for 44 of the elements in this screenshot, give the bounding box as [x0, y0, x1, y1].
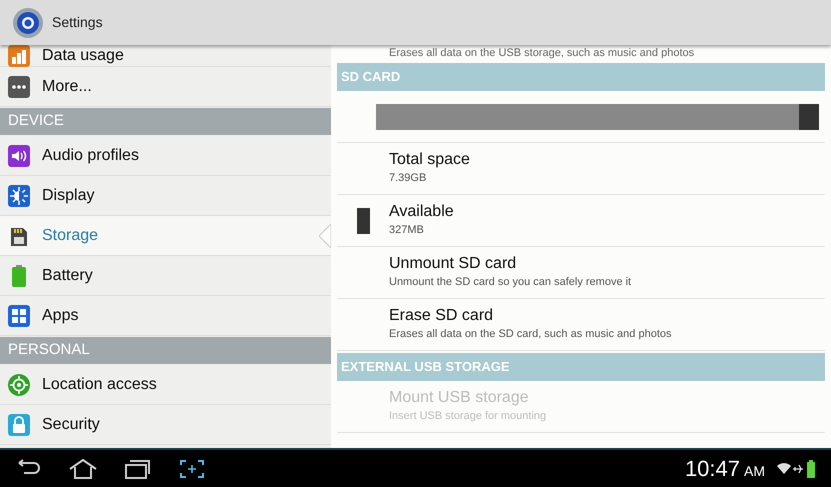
wifi-icon — [777, 462, 791, 474]
bar-chart-icon — [8, 44, 30, 66]
pref-summary: 7.39GB — [389, 171, 428, 186]
sidebar-item[interactable]: Battery — [0, 256, 331, 296]
window-title: Settings — [52, 13, 103, 32]
grid-icon — [8, 304, 30, 326]
pref-title: Mount USB storage — [389, 388, 530, 408]
sidebar-item[interactable]: Location access — [0, 365, 331, 405]
brightness-icon — [8, 184, 30, 206]
preference-item[interactable]: Unmount SD card Unmount the SD card so you can safely remove it — [337, 247, 825, 299]
gear-icon[interactable] — [12, 6, 44, 38]
preference-item[interactable]: Total space 7.39GB — [337, 143, 825, 195]
pref-summary: Insert USB storage for mounting — [389, 409, 546, 424]
sidebar-item[interactable]: Apps — [0, 296, 331, 336]
more-dots-icon — [8, 76, 30, 98]
section-header: EXTERNAL USB STORAGE — [337, 353, 825, 381]
sidebar-item[interactable]: Audio profiles — [0, 136, 331, 176]
pref-title: Total space — [389, 150, 470, 170]
airplane-icon — [793, 464, 803, 474]
location-target-icon — [8, 374, 30, 396]
section-header: DEVICE — [0, 108, 331, 135]
clock-time: 10:47 — [684, 455, 740, 483]
sidebar-item[interactable]: Storage — [0, 216, 331, 256]
section-header: SD CARD — [337, 63, 825, 91]
battery-icon — [807, 460, 815, 478]
lock-icon — [8, 414, 30, 436]
preference-item[interactable]: Available 327MB — [337, 195, 825, 247]
screenshot-icon[interactable] — [178, 458, 206, 480]
recent-apps-icon[interactable] — [124, 458, 152, 480]
sidebar-item[interactable]: Data usage — [0, 45, 331, 67]
home-icon[interactable] — [68, 458, 98, 480]
pref-title: Available — [389, 202, 454, 222]
sidebar-item[interactable]: Security — [0, 405, 331, 445]
pref-title: Unmount SD card — [389, 254, 518, 274]
pref-summary: Erases all data on the SD card, such as music and photos — [389, 327, 672, 342]
pref-summary: Erases all data on the USB storage, such as music and photos — [389, 48, 694, 58]
pref-title: Erase SD card — [389, 306, 494, 326]
clock-ampm: AM — [744, 462, 765, 481]
section-header: PERSONAL — [0, 337, 331, 364]
speaker-icon — [8, 144, 30, 166]
preference-item[interactable]: Erase SD card Erases all data on the SD card, such as music and photos — [337, 299, 825, 351]
pref-summary: Unmount the SD card so you can safely remove it — [389, 275, 632, 290]
pref-summary: 327MB — [389, 223, 425, 238]
sidebar-item[interactable]: More... — [0, 67, 331, 107]
